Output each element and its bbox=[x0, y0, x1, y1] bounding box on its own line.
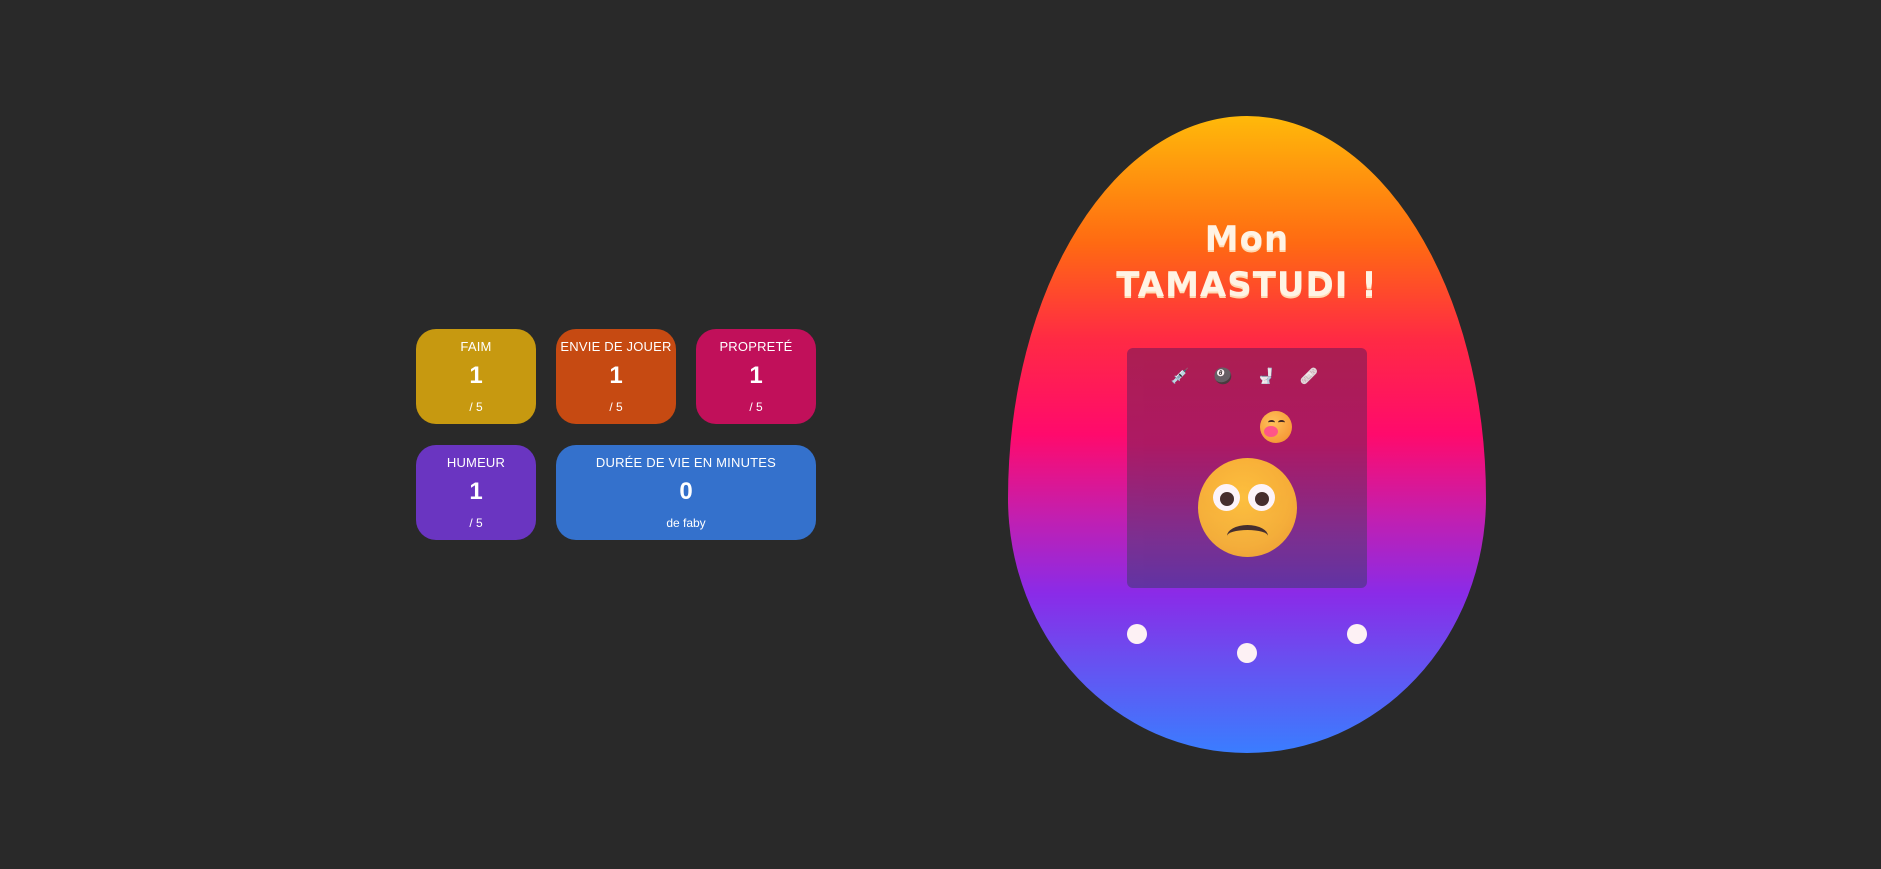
stat-title: FAIM bbox=[460, 339, 492, 354]
stat-card-hunger: FAIM 1 / 5 bbox=[416, 329, 536, 424]
stat-value: 1 bbox=[749, 362, 763, 389]
balls-icon[interactable]: 🎱 bbox=[1212, 366, 1234, 388]
right-button[interactable] bbox=[1347, 624, 1367, 644]
tamagotchi-screen: 💉 🎱 🚽 🩹 bbox=[1127, 348, 1367, 588]
syringe-icon[interactable]: 💉 bbox=[1169, 366, 1191, 388]
stat-value: 1 bbox=[469, 478, 483, 505]
page: FAIM 1 / 5 ENVIE DE JOUER 1 / 5 PROPRETÉ… bbox=[0, 0, 1881, 869]
title-line-2: TAMASTUDI ! bbox=[1116, 265, 1378, 305]
tamagotchi-title: Mon TAMASTUDI ! bbox=[1008, 216, 1486, 308]
stat-card-mood: HUMEUR 1 / 5 bbox=[416, 445, 536, 540]
stat-value: 1 bbox=[609, 362, 623, 389]
stat-max: / 5 bbox=[609, 400, 623, 414]
stat-max: / 5 bbox=[469, 400, 483, 414]
stat-max: / 5 bbox=[749, 400, 763, 414]
left-button[interactable] bbox=[1127, 624, 1147, 644]
title-line-1: Mon bbox=[1204, 219, 1290, 259]
stat-value: 0 bbox=[679, 478, 693, 505]
stat-title: DURÉE DE VIE EN MINUTES bbox=[595, 455, 777, 470]
middle-button[interactable] bbox=[1237, 643, 1257, 663]
stat-owner: de faby bbox=[666, 516, 706, 530]
stat-title: ENVIE DE JOUER bbox=[560, 339, 672, 354]
stat-max: / 5 bbox=[469, 516, 483, 530]
stat-title: PROPRETÉ bbox=[719, 339, 793, 354]
bandage-icon[interactable]: 🩹 bbox=[1298, 366, 1320, 388]
toilet-icon[interactable]: 🚽 bbox=[1255, 366, 1277, 388]
yawning-face-icon bbox=[1260, 411, 1292, 443]
stat-card-play: ENVIE DE JOUER 1 / 5 bbox=[556, 329, 676, 424]
stat-card-lifespan: DURÉE DE VIE EN MINUTES 0 de faby bbox=[556, 445, 816, 540]
stat-value: 1 bbox=[469, 362, 483, 389]
stat-title: HUMEUR bbox=[446, 455, 506, 470]
stat-card-cleanliness: PROPRETÉ 1 / 5 bbox=[696, 329, 816, 424]
sad-face-icon bbox=[1198, 458, 1297, 557]
